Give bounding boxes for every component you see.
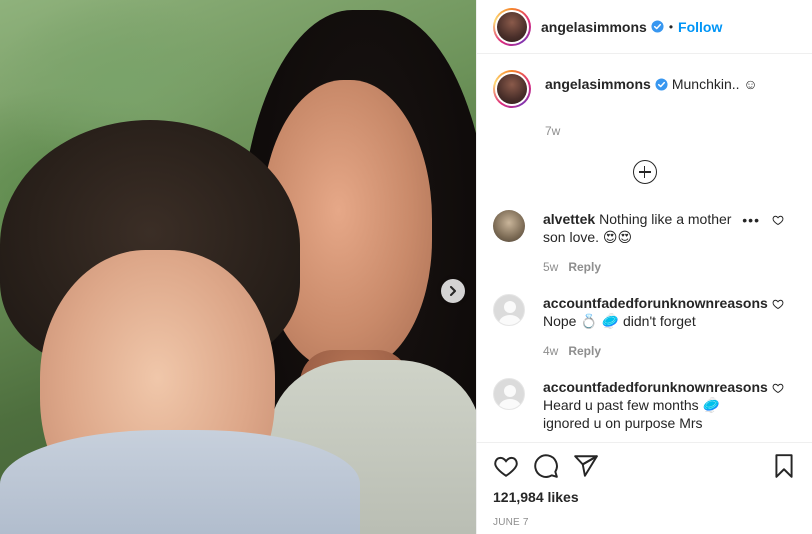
chevron-right-icon (450, 286, 456, 296)
comments-list[interactable]: angelasimmons Munchkin.. ☺ 7w alvettek No… (477, 54, 812, 442)
reply-button[interactable]: Reply (568, 260, 601, 274)
caption-text-block: angelasimmons Munchkin.. ☺ (545, 70, 758, 108)
commenter-username[interactable]: alvettek (543, 211, 595, 227)
comment-text: Heard u past few months 🥏 ignored u on p… (543, 397, 720, 431)
commenter-avatar[interactable] (493, 210, 525, 242)
caption-timestamp[interactable]: 7w (545, 124, 796, 138)
verified-badge-icon (651, 20, 664, 33)
bookmark-icon[interactable] (771, 453, 797, 479)
next-image-button[interactable] (441, 279, 465, 303)
post-side-panel: angelasimmons • Follow angelasimmons Mun… (476, 0, 812, 534)
verified-badge-icon (655, 78, 668, 91)
comment-item: accountfadedforunknownreasons Heard u pas… (493, 378, 796, 432)
comment-meta: 4w Reply (543, 342, 753, 360)
heart-icon[interactable] (772, 382, 784, 394)
post-header: angelasimmons • Follow (477, 0, 812, 54)
caption-author-avatar[interactable] (493, 70, 531, 108)
comment-time[interactable]: 4w (543, 344, 558, 358)
commenter-avatar[interactable] (493, 294, 525, 326)
heart-icon[interactable] (493, 453, 519, 479)
photo-region-boy-shirt (0, 430, 360, 534)
reply-button[interactable]: Reply (568, 344, 601, 358)
paper-plane-icon[interactable] (573, 453, 599, 479)
post-photo[interactable] (0, 0, 476, 534)
post-footer: 121,984 likes JUNE 7 (477, 442, 812, 534)
heart-icon[interactable] (772, 214, 784, 226)
comment-time[interactable]: 5w (543, 260, 558, 274)
plus-circle-icon (632, 160, 657, 184)
comment-bubble-icon[interactable] (533, 453, 559, 479)
load-more-comments-button[interactable] (493, 160, 796, 184)
heart-icon[interactable] (772, 298, 784, 310)
comment-text: Nope 💍 🥏 didn't forget (543, 313, 696, 329)
caption: angelasimmons Munchkin.. ☺ (493, 70, 796, 108)
separator-dot: • (668, 19, 674, 34)
likes-count[interactable]: 121,984 likes (493, 489, 797, 505)
comment-meta: 5w Reply (543, 258, 753, 276)
caption-body: Munchkin.. ☺ (671, 76, 758, 92)
author-avatar[interactable] (493, 7, 531, 46)
author-username[interactable]: angelasimmons (541, 19, 647, 35)
commenter-username[interactable]: accountfadedforunknownreasons (543, 378, 768, 396)
follow-button[interactable]: Follow (678, 19, 722, 35)
post-date[interactable]: JUNE 7 (493, 517, 797, 528)
commenter-avatar[interactable] (493, 378, 525, 410)
comment-item: accountfadedforunknownreasons Nope 💍 🥏 di… (493, 294, 796, 360)
comment-item: alvettek Nothing like a mother son love. … (493, 210, 796, 276)
commenter-username[interactable]: accountfadedforunknownreasons (543, 294, 768, 312)
action-bar (493, 453, 797, 479)
comment-options-icon[interactable]: ••• (742, 212, 760, 228)
caption-username[interactable]: angelasimmons (545, 76, 651, 92)
